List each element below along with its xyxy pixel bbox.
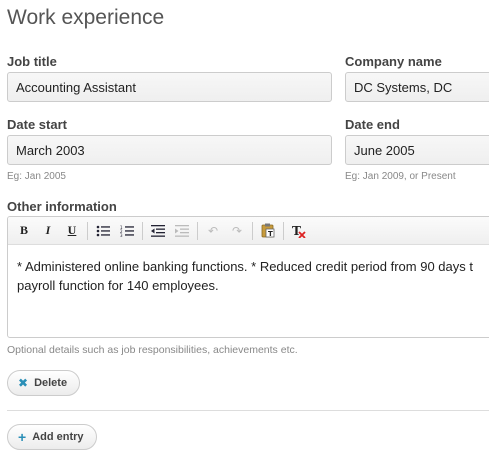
undo-button[interactable]: ↶	[201, 220, 225, 242]
remove-format-icon: T	[292, 224, 306, 238]
paste-text-button[interactable]: T	[256, 220, 280, 242]
bold-button[interactable]: B	[12, 220, 36, 242]
job-title-label: Job title	[7, 54, 57, 69]
company-name-label: Company name	[345, 54, 442, 69]
delete-button-label: Delete	[34, 377, 68, 389]
date-end-input[interactable]	[345, 135, 489, 165]
bulleted-list-icon	[96, 225, 110, 236]
date-end-hint: Eg: Jan 2009, or Present	[345, 171, 456, 182]
toolbar-divider	[283, 221, 284, 240]
date-start-hint: Eg: Jan 2005	[7, 171, 66, 182]
svg-text:3: 3	[120, 233, 123, 237]
editor-toolbar: B I U 123 ↶ ↷ T T	[8, 217, 489, 245]
company-name-input[interactable]	[345, 72, 489, 102]
toolbar-divider	[142, 221, 143, 240]
indent-icon	[175, 224, 189, 237]
bulleted-list-button[interactable]	[91, 220, 115, 242]
clipboard-icon: T	[261, 223, 275, 238]
toolbar-divider	[87, 221, 88, 240]
add-entry-button[interactable]: + Add entry	[7, 424, 97, 450]
remove-format-button[interactable]: T	[287, 220, 311, 242]
numbered-list-button[interactable]: 123	[115, 220, 139, 242]
add-entry-button-label: Add entry	[32, 431, 84, 443]
editor-text-line: payroll function for 140 employees.	[17, 278, 219, 293]
rich-text-editor[interactable]: B I U 123 ↶ ↷ T T * Administered online …	[7, 216, 489, 338]
numbered-list-icon: 123	[120, 225, 134, 237]
date-end-label: Date end	[345, 117, 400, 132]
date-start-label: Date start	[7, 117, 67, 132]
italic-button[interactable]: I	[36, 220, 60, 242]
other-info-hint: Optional details such as job responsibil…	[7, 344, 298, 356]
date-start-input[interactable]	[7, 135, 332, 165]
toolbar-divider	[197, 221, 198, 240]
section-title: Work experience	[7, 6, 165, 29]
svg-text:T: T	[292, 224, 301, 238]
close-icon: ✖	[18, 376, 29, 390]
outdent-button[interactable]	[146, 220, 170, 242]
divider	[7, 410, 489, 411]
outdent-icon	[151, 224, 165, 237]
svg-text:T: T	[268, 230, 273, 238]
redo-button[interactable]: ↷	[225, 220, 249, 242]
editor-content[interactable]: * Administered online banking functions.…	[8, 245, 489, 307]
editor-text-line: * Administered online banking functions.…	[17, 259, 473, 274]
plus-icon: +	[18, 429, 27, 445]
toolbar-divider	[252, 221, 253, 240]
job-title-input[interactable]	[7, 72, 332, 102]
underline-button[interactable]: U	[60, 220, 84, 242]
delete-button[interactable]: ✖ Delete	[7, 370, 81, 396]
other-info-label: Other information	[7, 199, 117, 214]
indent-button[interactable]	[170, 220, 194, 242]
